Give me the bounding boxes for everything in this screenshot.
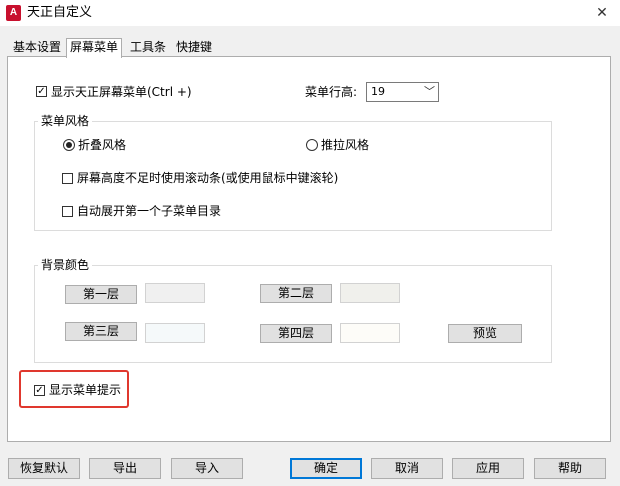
pull-style-radio[interactable] (306, 139, 318, 151)
layer1-swatch[interactable] (145, 283, 205, 303)
layer4-button[interactable]: 第四层 (260, 324, 332, 343)
preview-button[interactable]: 预览 (448, 324, 522, 343)
fold-style-label: 折叠风格 (78, 138, 127, 152)
row-height-label: 菜单行高: (305, 85, 358, 99)
window-title: 天正自定义 (27, 5, 93, 20)
layer2-button[interactable]: 第二层 (260, 284, 332, 303)
menu-tips-label: 显示菜单提示 (49, 383, 122, 397)
scrollbar-label: 屏幕高度不足时使用滚动条(或使用鼠标中键滚轮) (77, 171, 339, 185)
export-button[interactable]: 导出 (89, 458, 161, 479)
tab-toolbar[interactable]: 工具条 (127, 39, 169, 56)
ok-button[interactable]: 确定 (290, 458, 362, 479)
help-button[interactable]: 帮助 (534, 458, 606, 479)
tab-shortcuts[interactable]: 快捷键 (173, 39, 215, 56)
restore-default-button[interactable]: 恢复默认 (8, 458, 80, 479)
pull-style-label: 推拉风格 (321, 138, 370, 152)
row-height-select[interactable]: 19 ﹀ (366, 82, 439, 102)
tab-basic-settings[interactable]: 基本设置 (10, 39, 64, 56)
fold-style-radio[interactable] (63, 139, 75, 151)
show-menu-label: 显示天正屏幕菜单(Ctrl +) (51, 85, 192, 99)
layer3-swatch[interactable] (145, 323, 205, 343)
menu-tips-checkbox[interactable]: ✓ (34, 385, 45, 396)
show-menu-checkbox[interactable]: ✓ (36, 86, 47, 97)
tab-screen-menu[interactable]: 屏幕菜单 (66, 38, 123, 58)
row-height-value: 19 (371, 85, 385, 98)
background-color-title: 背景颜色 (38, 258, 93, 272)
scrollbar-checkbox[interactable] (62, 173, 73, 184)
layer1-button[interactable]: 第一层 (65, 285, 137, 304)
cancel-button[interactable]: 取消 (371, 458, 443, 479)
layer4-swatch[interactable] (340, 323, 400, 343)
title-bar (0, 0, 620, 26)
layer3-button[interactable]: 第三层 (65, 322, 137, 341)
apply-button[interactable]: 应用 (452, 458, 524, 479)
app-icon: A (6, 5, 21, 21)
auto-expand-checkbox[interactable] (62, 206, 73, 217)
layer2-swatch[interactable] (340, 283, 400, 303)
menu-style-title: 菜单风格 (38, 114, 93, 128)
background-color-group (34, 265, 552, 363)
chevron-down-icon: ﹀ (424, 85, 435, 98)
close-icon[interactable]: ✕ (590, 3, 614, 23)
auto-expand-label: 自动展开第一个子菜单目录 (77, 204, 222, 218)
import-button[interactable]: 导入 (171, 458, 243, 479)
